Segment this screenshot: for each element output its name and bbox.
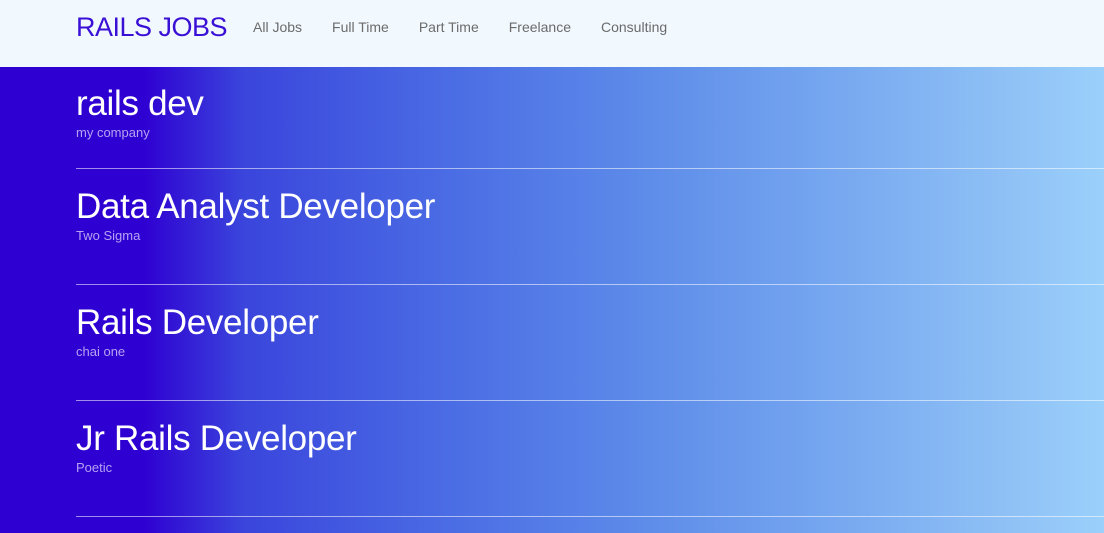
job-company: Two Sigma bbox=[76, 228, 141, 243]
job-company: chai one bbox=[76, 344, 126, 359]
top-navbar: RAILS JOBS All Jobs Full Time Part Time … bbox=[0, 0, 1104, 67]
job-title[interactable]: rails dev bbox=[76, 85, 204, 123]
nav-item-part-time: Part Time bbox=[419, 18, 509, 36]
nav-link-part-time[interactable]: Part Time bbox=[419, 18, 479, 36]
job-item[interactable]: Jr Rails Developer Poetic bbox=[76, 401, 1104, 517]
nav-list: All Jobs Full Time Part Time Freelance C… bbox=[253, 18, 697, 36]
nav-link-all-jobs[interactable]: All Jobs bbox=[253, 18, 302, 36]
nav-link-consulting[interactable]: Consulting bbox=[601, 18, 667, 36]
nav-item-all-jobs: All Jobs bbox=[253, 18, 332, 36]
brand-logo-link[interactable]: RAILS JOBS bbox=[76, 12, 228, 42]
job-item[interactable]: rails dev my company bbox=[76, 67, 1104, 169]
job-listing-area: rails dev my company Data Analyst Develo… bbox=[0, 67, 1104, 533]
nav-link-full-time[interactable]: Full Time bbox=[332, 18, 389, 36]
job-title[interactable]: Rails Developer bbox=[76, 304, 319, 342]
job-company: Poetic bbox=[76, 460, 113, 475]
job-item[interactable]: Data Analyst Developer Two Sigma bbox=[76, 169, 1104, 285]
nav-item-freelance: Freelance bbox=[509, 18, 601, 36]
nav-link-freelance[interactable]: Freelance bbox=[509, 18, 571, 36]
job-list: rails dev my company Data Analyst Develo… bbox=[0, 67, 1104, 517]
job-title[interactable]: Data Analyst Developer bbox=[76, 188, 435, 226]
nav-item-consulting: Consulting bbox=[601, 18, 697, 36]
nav-item-full-time: Full Time bbox=[332, 18, 419, 36]
job-item[interactable]: Rails Developer chai one bbox=[76, 285, 1104, 401]
job-company: my company bbox=[76, 125, 150, 140]
job-title[interactable]: Jr Rails Developer bbox=[76, 420, 357, 458]
